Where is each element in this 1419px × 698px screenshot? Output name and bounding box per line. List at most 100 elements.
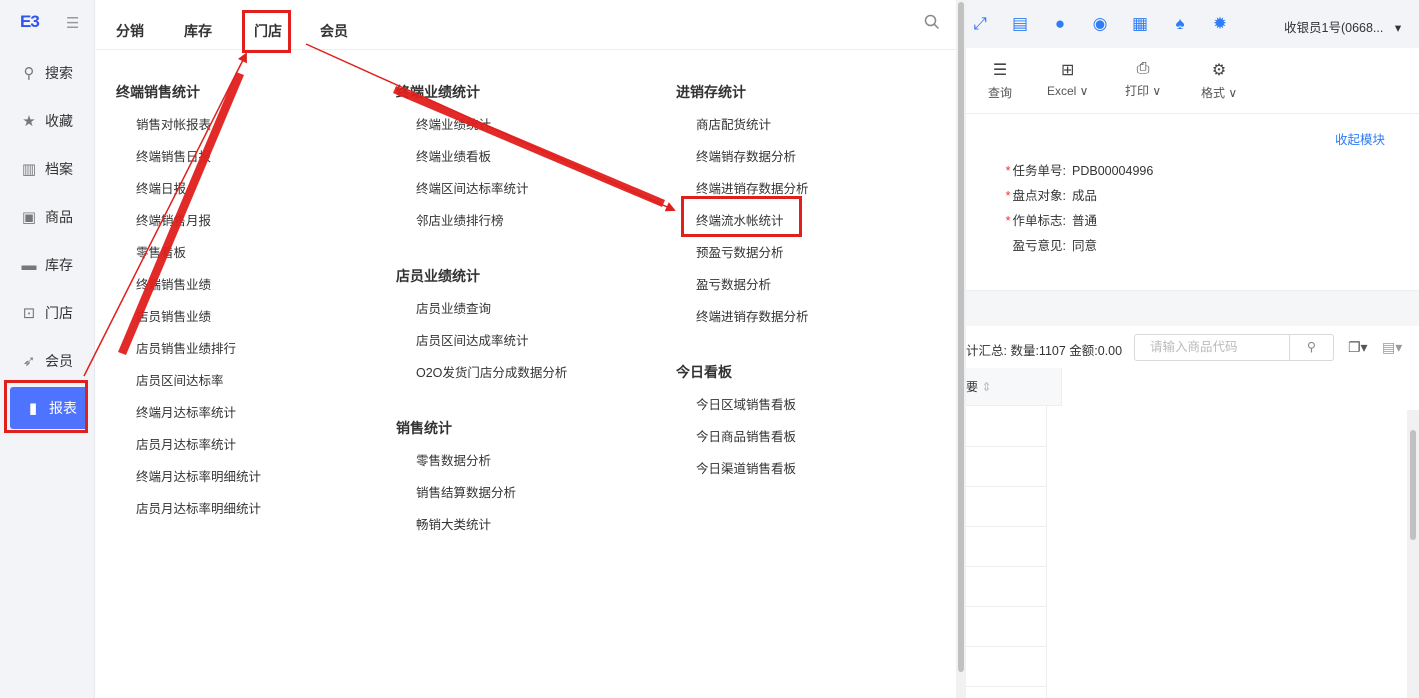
menu-item[interactable]: 零售数据分析 — [416, 450, 491, 469]
menu-item[interactable]: 终端销售月报 — [136, 210, 211, 229]
grid-column-divider — [1046, 406, 1047, 698]
settings-icon[interactable]: ✹ — [1210, 14, 1230, 34]
menu-item[interactable]: 店员销售业绩排行 — [136, 338, 236, 357]
scrollbar-thumb[interactable] — [958, 2, 964, 672]
menu-item[interactable]: 终端日报 — [136, 178, 186, 197]
sidebar-item-search[interactable]: ⚲ 搜索 — [6, 53, 88, 93]
star-icon: ★ — [22, 113, 36, 130]
menu-item[interactable]: 零售看板 — [136, 242, 186, 261]
sidebar-item-label: 搜索 — [45, 65, 73, 81]
cashier-icon[interactable]: ▦ — [1130, 14, 1150, 34]
search-icon[interactable]: ⚲ — [1289, 335, 1333, 360]
menu-item[interactable]: 销售结算数据分析 — [416, 482, 516, 501]
sidebar-item-member[interactable]: ➶ 会员 — [6, 341, 88, 381]
menu-item[interactable]: 今日渠道销售看板 — [696, 458, 796, 477]
form-area: 收起模块 * 任务单号: PDB00004996 * 盘点对象: 成品 * 作单标志: 普通… — [966, 114, 1419, 290]
field-order-flag: * 作单标志: 普通 — [986, 210, 1097, 229]
field-value: PDB00004996 — [1072, 164, 1154, 178]
tab-distribution[interactable]: 分销 — [116, 21, 144, 41]
expand-icon[interactable]: ⤢ — [970, 14, 990, 34]
user-icon[interactable]: ● — [1050, 14, 1070, 34]
section-divider — [966, 290, 1419, 326]
grid-row-divider — [966, 446, 1046, 447]
group-title: 销售统计 — [396, 420, 452, 436]
field-label: 盘点对象: — [1012, 189, 1066, 203]
report-menu-panel: 分销 库存 门店 会员 终端销售统计 销售对帐报表 终端销售日报 终端日报 终端… — [96, 0, 956, 698]
caret-down-icon: ▾ — [1394, 21, 1402, 35]
field-task-no: * 任务单号: PDB00004996 — [986, 160, 1154, 179]
menu-fold-icon[interactable]: ☰ — [66, 14, 79, 32]
menu-item[interactable]: 终端区间达标率统计 — [416, 178, 529, 197]
bulb-icon[interactable]: ◉ — [1090, 14, 1110, 34]
menu-item[interactable]: 终端月达标率明细统计 — [136, 466, 261, 485]
required-mark: * — [1005, 189, 1011, 203]
sidebar-item-store[interactable]: ⊡ 门店 — [6, 293, 88, 333]
menu-item[interactable]: 畅销大类统计 — [416, 514, 491, 533]
inbox-icon: ▣ — [21, 209, 37, 226]
menu-item[interactable]: 店员区间达成率统计 — [416, 330, 529, 349]
menu-item[interactable]: 店员区间达标率 — [136, 370, 224, 389]
shirt-icon[interactable]: ♠ — [1170, 14, 1190, 34]
menu-item[interactable]: 终端销售业绩 — [136, 274, 211, 293]
field-check-target: * 盘点对象: 成品 — [986, 185, 1097, 204]
scrollbar-thumb[interactable] — [1410, 430, 1416, 540]
menu-item[interactable]: 商店配货统计 — [696, 114, 771, 133]
copy-icon[interactable]: ❐▾ — [1348, 339, 1368, 356]
user-menu[interactable]: 收银员1号(0668... ▾ — [1284, 17, 1401, 36]
search-icon: ⚲ — [23, 65, 35, 82]
menu-item[interactable]: 店员月达标率明细统计 — [136, 498, 261, 517]
menu-item[interactable]: O2O发货门店分成数据分析 — [416, 362, 567, 381]
menu-item[interactable]: 终端进销存数据分析 — [696, 178, 809, 197]
sidebar-item-archive[interactable]: ▥ 档案 — [6, 149, 88, 189]
sidebar: E3 ☰ ⚲ 搜索 ★ 收藏 ▥ 档案 ▣ 商品 ▬ 库存 ⊡ 门店 ➶ 会员 … — [0, 0, 95, 698]
product-code-input[interactable]: 请输入商品代码 ⚲ — [1134, 334, 1334, 361]
input-placeholder: 请输入商品代码 — [1150, 340, 1238, 354]
field-value: 普通 — [1072, 214, 1098, 228]
menu-item[interactable]: 今日区域销售看板 — [696, 394, 796, 413]
menu-item[interactable]: 终端销存数据分析 — [696, 146, 796, 165]
search-icon[interactable] — [924, 14, 940, 30]
field-value: 成品 — [1072, 189, 1098, 203]
format-button[interactable]: ⚙ 格式 ∨ — [1201, 60, 1237, 101]
excel-button[interactable]: ⊞ Excel ∨ — [1047, 60, 1088, 98]
tab-member[interactable]: 会员 — [320, 21, 348, 41]
menu-item[interactable]: 终端业绩统计 — [416, 114, 491, 133]
grid-row-divider — [966, 566, 1046, 567]
sort-icon[interactable]: ⇕ — [981, 380, 991, 394]
sidebar-item-label: 会员 — [45, 353, 73, 369]
menu-item[interactable]: 销售对帐报表 — [136, 114, 211, 133]
menu-item[interactable]: 今日商品销售看板 — [696, 426, 796, 445]
paste-icon[interactable]: ▤▾ — [1382, 339, 1402, 356]
menu-item[interactable]: 店员业绩查询 — [416, 298, 491, 317]
books-icon: ▥ — [21, 161, 37, 178]
tab-inventory[interactable]: 库存 — [184, 21, 212, 41]
menu-item[interactable]: 预盈亏数据分析 — [696, 242, 784, 261]
background-app: ⤢ ▤ ● ◉ ▦ ♠ ✹ 收银员1号(0668... ▾ ☰ 查询 ⊞ Excel… — [966, 0, 1419, 698]
print-button[interactable]: ⎙ 打印 ∨ — [1125, 60, 1161, 99]
clipboard-icon[interactable]: ▤ — [1010, 14, 1030, 34]
menu-item[interactable]: 终端业绩看板 — [416, 146, 491, 165]
panel-scrollbar[interactable] — [956, 0, 966, 698]
user-name: 收银员1号(0668... — [1284, 21, 1384, 35]
menu-item[interactable]: 盈亏数据分析 — [696, 274, 771, 293]
menu-item[interactable]: 店员月达标率统计 — [136, 434, 236, 453]
menu-item[interactable]: 终端月达标率统计 — [136, 402, 236, 421]
highlight-ledger-item — [681, 196, 802, 237]
sidebar-item-favorites[interactable]: ★ 收藏 — [6, 101, 88, 141]
sidebar-item-goods[interactable]: ▣ 商品 — [6, 197, 88, 237]
menu-item[interactable]: 终端进销存数据分析 — [696, 306, 809, 325]
collapse-module-link[interactable]: 收起模块 — [1335, 129, 1385, 148]
query-button[interactable]: ☰ 查询 — [988, 60, 1012, 101]
sidebar-item-inventory[interactable]: ▬ 库存 — [6, 245, 88, 285]
button-label: 查询 — [988, 86, 1013, 100]
group-title: 进销存统计 — [676, 84, 746, 100]
summary-text: 计汇总: 数量:1107 金额:0.00 — [966, 344, 1123, 358]
grid-scrollbar[interactable] — [1407, 410, 1419, 698]
grid-header-cell[interactable]: 要 ⇕ — [966, 368, 1062, 406]
store-icon: ⊡ — [22, 305, 36, 322]
menu-item[interactable]: 终端销售日报 — [136, 146, 211, 165]
button-label: 格式 ∨ — [1201, 86, 1238, 100]
menu-item[interactable]: 店员销售业绩 — [136, 306, 211, 325]
menu-item[interactable]: 邻店业绩排行榜 — [416, 210, 504, 229]
top-bar: ⤢ ▤ ● ◉ ▦ ♠ ✹ 收银员1号(0668... ▾ — [966, 0, 1419, 48]
